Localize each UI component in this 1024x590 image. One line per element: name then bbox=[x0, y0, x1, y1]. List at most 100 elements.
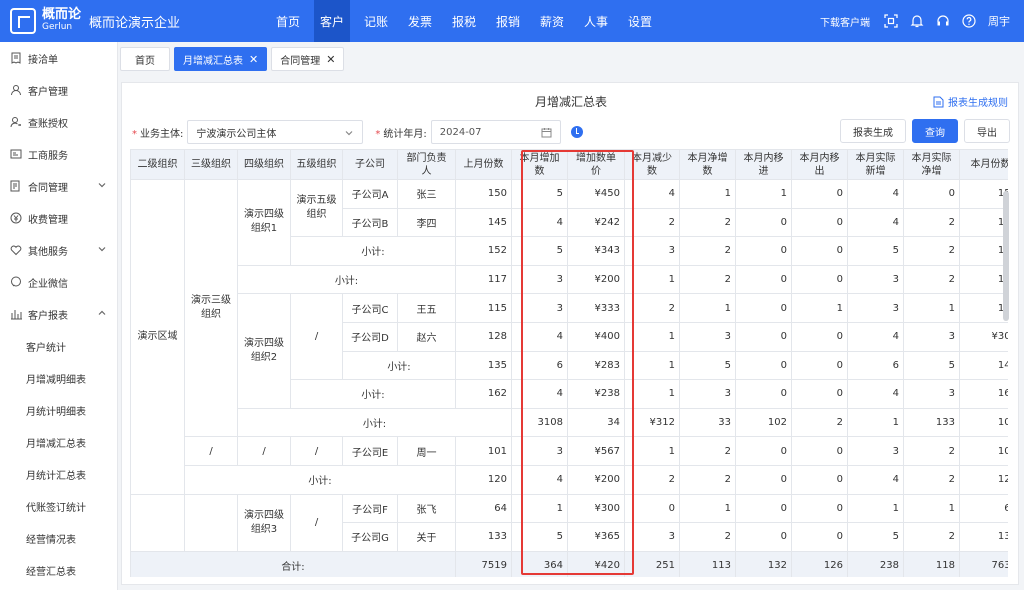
document-icon bbox=[933, 96, 944, 107]
value-cell: 364 bbox=[511, 550, 568, 577]
sidebar-item-fees[interactable]: 收费管理 bbox=[0, 202, 117, 234]
report-table: 二级组织 三级组织 四级组织 五级组织 子公司 部门负责人 上月份数 本月增加数… bbox=[130, 149, 1008, 577]
value-cell: 4 bbox=[847, 464, 904, 495]
sidebar-subitem-monthly-change-summary[interactable]: 月增减汇总表 bbox=[0, 426, 117, 458]
value-cell: ¥300 bbox=[959, 321, 1008, 352]
value-cell: 2 bbox=[903, 436, 960, 466]
manager-cell: 张三 bbox=[397, 179, 456, 209]
sidebar-subitem-bookkeeping-contracts[interactable]: 代账签订统计 bbox=[0, 490, 117, 522]
value-cell: 1 bbox=[735, 179, 792, 209]
sidebar-subitem-operations[interactable]: 经营情况表 bbox=[0, 522, 117, 554]
value-cell: 0 bbox=[735, 293, 792, 323]
close-icon[interactable]: ✕ bbox=[249, 53, 258, 66]
value-cell: 126 bbox=[791, 550, 848, 577]
value-cell: 3 bbox=[624, 236, 680, 266]
tab-home[interactable]: 首页 bbox=[120, 47, 170, 71]
nav-tax[interactable]: 报税 bbox=[446, 0, 482, 42]
value-cell: 103 bbox=[959, 436, 1008, 466]
close-icon[interactable]: ✕ bbox=[326, 53, 335, 66]
sidebar-subitem-monthly-stats-summary[interactable]: 月统计汇总表 bbox=[0, 458, 117, 490]
sidebar-item-other-services[interactable]: 其他服务 bbox=[0, 234, 117, 266]
value-cell: 151 bbox=[959, 179, 1008, 209]
tab-contract-mgmt[interactable]: 合同管理 ✕ bbox=[271, 47, 345, 71]
nav-invoice[interactable]: 发票 bbox=[402, 0, 438, 42]
nav-payroll[interactable]: 薪资 bbox=[534, 0, 570, 42]
subsidiary-cell: 子公司B bbox=[342, 207, 398, 238]
vertical-scrollbar[interactable] bbox=[1003, 191, 1009, 321]
sidebar-subitem-customer-stats[interactable]: 客户统计 bbox=[0, 330, 117, 362]
value-cell: 135 bbox=[455, 350, 512, 381]
sidebar-item-wecom[interactable]: 企业微信 bbox=[0, 266, 117, 298]
bell-icon[interactable] bbox=[910, 14, 924, 28]
generate-report-button[interactable]: 报表生成 bbox=[840, 119, 906, 143]
value-cell: 1 bbox=[903, 293, 960, 323]
user-menu[interactable]: 周宇 bbox=[988, 13, 1010, 29]
value-cell: 0 bbox=[791, 493, 848, 524]
entity-select[interactable]: 宁波演示公司主体 bbox=[187, 120, 364, 144]
sidebar-subitem-monthly-stats-detail[interactable]: 月统计明细表 bbox=[0, 394, 117, 426]
sidebar-subitem-monthly-change-detail[interactable]: 月增减明细表 bbox=[0, 362, 117, 394]
report-rules-link[interactable]: 报表生成规则 bbox=[933, 94, 1008, 109]
help-icon[interactable] bbox=[962, 14, 976, 28]
value-cell: 2 bbox=[624, 293, 680, 323]
value-cell: 6 bbox=[511, 350, 568, 381]
org5-cell: / bbox=[290, 293, 343, 381]
sidebar-item-audit-auth[interactable]: 查账授权 bbox=[0, 106, 117, 138]
col-header: 二级组织 bbox=[130, 149, 185, 180]
value-cell: 2 bbox=[679, 522, 736, 552]
report-table-container[interactable]: 二级组织 三级组织 四级组织 五级组织 子公司 部门负责人 上月份数 本月增加数… bbox=[130, 149, 1008, 577]
nav-settings[interactable]: 设置 bbox=[622, 0, 658, 42]
nav-reimbursement[interactable]: 报销 bbox=[490, 0, 526, 42]
nav-bookkeeping[interactable]: 记账 bbox=[358, 0, 394, 42]
value-cell: 147 bbox=[959, 207, 1008, 238]
value-cell: 3 bbox=[511, 436, 568, 466]
value-cell: 3 bbox=[847, 436, 904, 466]
total-row: 合计: 7519 364 ¥420 251 113 132 126 238 11… bbox=[130, 550, 1008, 577]
sidebar-item-label: 接洽单 bbox=[28, 54, 58, 66]
sidebar-item-label: 合同管理 bbox=[28, 182, 68, 194]
subtotal-label: 小计: bbox=[290, 379, 456, 409]
query-button[interactable]: 查询 bbox=[912, 119, 958, 143]
value-cell: 140 bbox=[959, 350, 1008, 381]
chat-icon bbox=[10, 276, 22, 288]
table-row: 小计: 120 4 ¥200 2 2 0 0 4 2 122 bbox=[131, 464, 1008, 495]
nav-home[interactable]: 首页 bbox=[270, 0, 306, 42]
sidebar-item-customer-mgmt[interactable]: 客户管理 bbox=[0, 74, 117, 106]
manager-cell: 赵六 bbox=[397, 321, 456, 352]
export-button[interactable]: 导出 bbox=[964, 119, 1010, 143]
value-cell: 4 bbox=[847, 207, 904, 238]
sidebar-item-receipt[interactable]: 接洽单 bbox=[0, 42, 117, 74]
fullscreen-icon[interactable] bbox=[884, 14, 898, 28]
nav-customer[interactable]: 客户 bbox=[314, 0, 350, 42]
value-cell: 101 bbox=[455, 436, 512, 466]
sidebar-item-label: 工商服务 bbox=[28, 150, 68, 162]
value-cell: ¥333 bbox=[567, 293, 625, 323]
headset-icon[interactable] bbox=[936, 14, 950, 28]
subsidiary-cell: 子公司F bbox=[342, 493, 398, 524]
value-cell: 3 bbox=[511, 293, 568, 323]
sidebar-subitem-operations-summary[interactable]: 经营汇总表 bbox=[0, 554, 117, 586]
clock-icon[interactable] bbox=[570, 126, 583, 138]
value-cell: ¥238 bbox=[567, 379, 625, 409]
sidebar-item-business[interactable]: 工商服务 bbox=[0, 138, 117, 170]
org5-cell: 演示五级组织 bbox=[290, 178, 343, 238]
col-header: 本月增加数 bbox=[511, 149, 568, 180]
value-cell: 0 bbox=[735, 350, 792, 381]
period-date-picker[interactable]: 2024-07 bbox=[430, 120, 561, 144]
download-client-link[interactable]: 下载客户端 bbox=[820, 14, 870, 29]
brand[interactable]: 概而论 Gerlun 概而论演示企业 bbox=[0, 8, 270, 34]
value-cell: 3 bbox=[624, 522, 680, 552]
sidebar-item-customer-reports[interactable]: 客户报表 bbox=[0, 298, 117, 330]
value-cell: 4 bbox=[624, 179, 680, 209]
value-cell: 251 bbox=[624, 550, 680, 577]
value-cell: 165 bbox=[959, 379, 1008, 409]
value-cell: 4 bbox=[847, 379, 904, 409]
sidebar-item-contract[interactable]: 合同管理 bbox=[0, 170, 117, 202]
subtotal-label: 小计: bbox=[290, 236, 456, 266]
nav-hr[interactable]: 人事 bbox=[578, 0, 614, 42]
receipt-icon bbox=[10, 52, 22, 64]
tab-monthly-change-summary[interactable]: 月增减汇总表 ✕ bbox=[174, 47, 268, 71]
value-cell: 0 bbox=[735, 321, 792, 352]
tab-label: 月增减汇总表 bbox=[183, 55, 243, 67]
col-header: 本月内移出 bbox=[791, 149, 848, 180]
